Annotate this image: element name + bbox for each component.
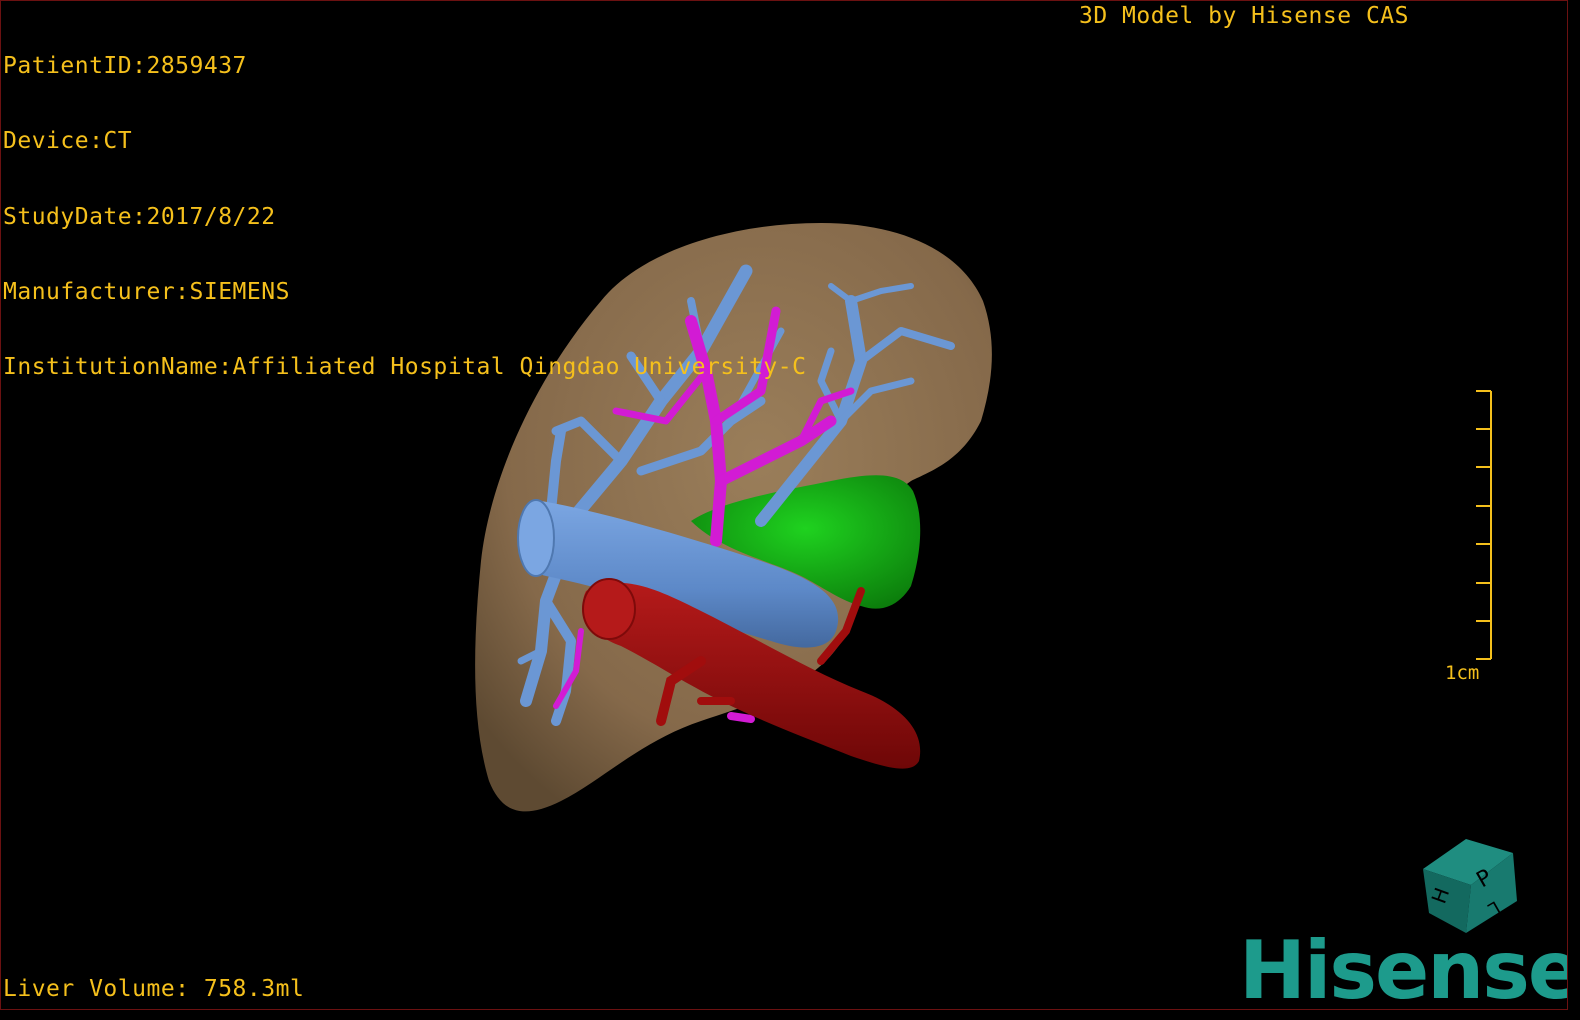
viewer-title: 3D Model by Hisense CAS: [1079, 3, 1409, 29]
3d-viewport[interactable]: P H L PatientID:2859437 Device:CT StudyD…: [0, 0, 1568, 1010]
dicom-info: PatientID:2859437 Device:CT StudyDate:20…: [3, 4, 806, 430]
artery-cap: [582, 578, 636, 640]
ivc-cap: [517, 499, 555, 577]
hisense-logo: Hisense: [1239, 924, 1568, 1010]
device: Device:CT: [3, 128, 133, 155]
scale-bar: [1476, 390, 1492, 660]
study-date: StudyDate:2017/8/22: [3, 203, 276, 230]
scale-label: 1cm: [1445, 662, 1480, 684]
institution-name: InstitutionName:Affiliated Hospital Qing…: [3, 354, 807, 381]
orientation-cube[interactable]: P H L: [1423, 839, 1517, 933]
manufacturer: Manufacturer:SIEMENS: [3, 278, 290, 305]
liver-volume: Liver Volume: 758.3ml: [3, 976, 305, 1002]
patient-id: PatientID:2859437: [3, 53, 247, 79]
